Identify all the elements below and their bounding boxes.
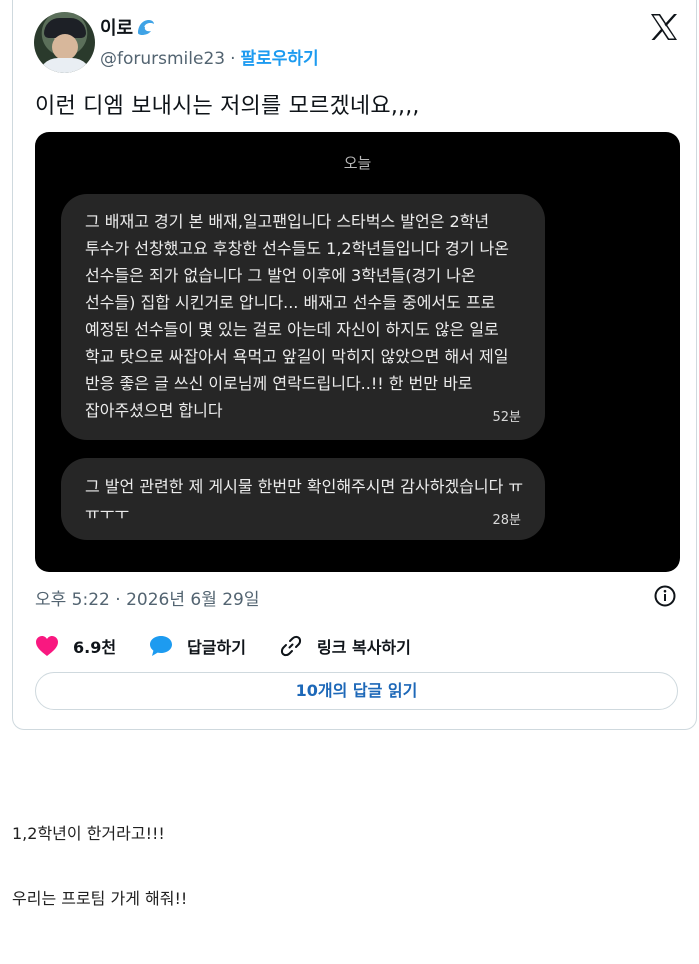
reply-bubble-icon bbox=[150, 636, 173, 656]
tweet-text: 이런 디엠 보내시는 저의를 모르겠네요,,,, bbox=[35, 94, 420, 119]
post-body-line: 1,2학년이 한거라고!!! bbox=[12, 824, 165, 843]
like-count: 6.9천 bbox=[73, 638, 117, 657]
message-line: 선수들) 집합 시킨거로 압니다... 배재고 선수들 중에서도 프로 bbox=[85, 293, 496, 312]
display-name-text[interactable]: 이로 bbox=[100, 14, 133, 40]
display-name[interactable]: 이로 bbox=[100, 14, 155, 40]
post-body-line: 우리는 프로팀 가게 해줘!! bbox=[12, 889, 188, 908]
reply-label: 답글하기 bbox=[187, 638, 246, 657]
tweet-card: 이로 @forursmile23 · 팔로우하기 이런 디엠 보내시는 저의를 모르… bbox=[12, 0, 697, 730]
date-divider: 오늘 bbox=[343, 154, 372, 172]
message-line: 그 발언 관련한 제 게시물 한번만 확인해주시면 감사하겠습니다 ㅠ bbox=[85, 477, 524, 496]
message-line: 반응 좋은 글 쓰신 이로님께 연락드립니다..!! 한 번만 바로 bbox=[85, 374, 473, 393]
handle-row: @forursmile23 · 팔로우하기 bbox=[100, 44, 319, 69]
message-line: 예정된 선수들이 몇 있는 걸로 아는데 자신이 하지도 않은 일로 bbox=[85, 320, 499, 339]
message-bubble: 그 발언 관련한 제 게시물 한번만 확인해주시면 감사하겠습니다 ㅠ ㅠㅜㅜ … bbox=[61, 458, 545, 540]
reply-button[interactable]: 답글하기 bbox=[149, 634, 246, 658]
info-icon[interactable] bbox=[653, 584, 677, 608]
message-line: 학교 탓으로 싸잡아서 욕먹고 앞길이 막히지 않았으면 해서 제일 bbox=[85, 347, 509, 366]
action-bar: 6.9천 답글하기 링크 복사하기 bbox=[35, 634, 444, 658]
message-bubble: 그 배재고 경기 본 배재,일고팬입니다 스타벅스 발언은 2학년 투수가 선창… bbox=[61, 194, 545, 440]
dm-screenshot-image[interactable]: 오늘 그 배재고 경기 본 배재,일고팬입니다 스타벅스 발언은 2학년 투수가… bbox=[35, 132, 680, 572]
message-line: ㅠㅜㅜ bbox=[85, 504, 130, 523]
copy-link-button[interactable]: 링크 복사하기 bbox=[279, 634, 411, 658]
wave-emoji-icon bbox=[138, 20, 155, 35]
message-line: 그 배재고 경기 본 배재,일고팬입니다 스타벅스 발언은 2학년 bbox=[85, 212, 490, 231]
tweet-timestamp[interactable]: 오후 5:22 · 2026년 6월 29일 bbox=[35, 585, 260, 610]
separator: · bbox=[230, 49, 236, 69]
message-line: 투수가 선창했고요 후창한 선수들도 1,2학년들입니다 경기 나온 bbox=[85, 239, 509, 258]
message-time: 28분 bbox=[492, 513, 521, 528]
heart-icon bbox=[36, 636, 58, 656]
avatar[interactable] bbox=[34, 12, 95, 73]
x-logo-icon[interactable] bbox=[649, 12, 679, 42]
message-line: 잡아주셨으면 합니다 bbox=[85, 401, 223, 420]
handle[interactable]: @forursmile23 bbox=[100, 49, 225, 69]
link-icon bbox=[280, 635, 302, 657]
copy-link-label: 링크 복사하기 bbox=[316, 638, 411, 657]
like-button[interactable]: 6.9천 bbox=[35, 634, 116, 658]
follow-button[interactable]: 팔로우하기 bbox=[241, 49, 319, 69]
read-replies-button[interactable]: 10개의 답글 읽기 bbox=[35, 672, 678, 710]
message-time: 52분 bbox=[492, 410, 521, 425]
message-line: 선수들은 죄가 없습니다 그 발언 이후에 3학년들(경기 나온 bbox=[85, 266, 476, 285]
